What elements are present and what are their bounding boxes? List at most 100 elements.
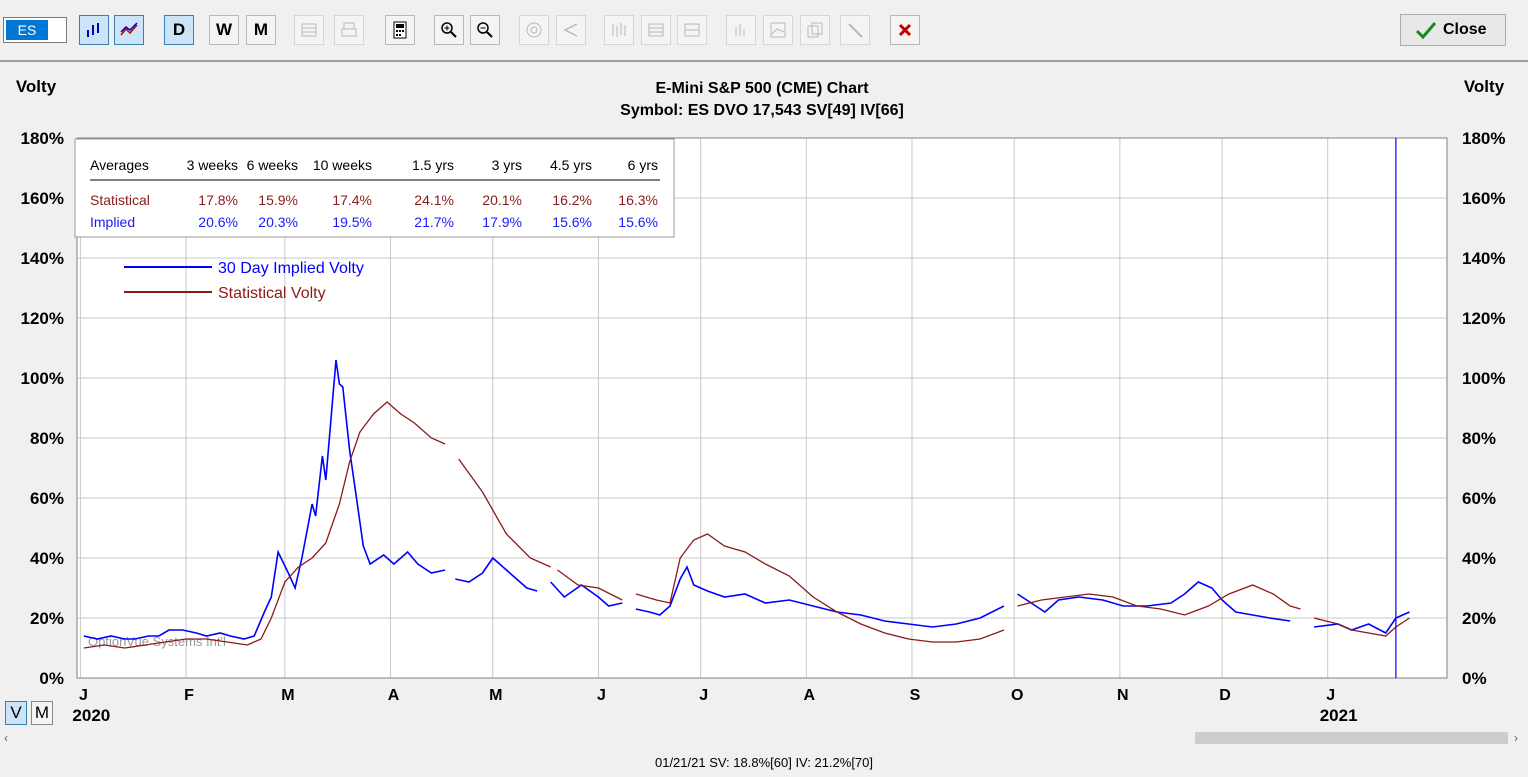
year-label: 2020	[72, 706, 110, 725]
bar-chart-icon	[87, 23, 99, 37]
averages-cell: 21.7%	[414, 214, 454, 230]
table-button[interactable]	[641, 15, 671, 45]
monthly-button[interactable]: M	[246, 15, 276, 45]
y-tick-label: 20%	[1462, 609, 1496, 628]
histogram-icon	[735, 24, 745, 36]
calculator-button[interactable]	[385, 15, 415, 45]
averages-cell: 16.2%	[552, 192, 592, 208]
pencil-icon	[848, 23, 863, 38]
averages-header: 1.5 yrs	[412, 157, 454, 173]
close-label: Close	[1443, 21, 1487, 38]
averages-header: 4.5 yrs	[550, 157, 592, 173]
averages-cell: 19.5%	[332, 214, 372, 230]
y-tick-label: 60%	[30, 489, 64, 508]
angle-button[interactable]	[556, 15, 586, 45]
x-tick-label: A	[804, 687, 816, 704]
table-icon	[648, 23, 664, 37]
status-bar: 01/21/21 SV: 18.8%[60] IV: 21.2%[70]	[654, 755, 874, 770]
target-icon	[526, 22, 542, 38]
y-tick-label: 180%	[21, 129, 64, 148]
zoom-out-button[interactable]	[470, 15, 500, 45]
y-tick-label: 40%	[30, 549, 64, 568]
averages-table: Averages 3 weeks 6 weeks 10 weeks 1.5 yrs 3 y…	[74, 138, 675, 238]
averages-header: 6 weeks	[247, 157, 298, 173]
table-alt-icon	[684, 23, 700, 37]
y-tick-label: 120%	[1462, 309, 1505, 328]
v-view-button[interactable]: V	[5, 701, 27, 725]
averages-cell: 20.6%	[198, 214, 238, 230]
scrollbar-thumb[interactable]	[1195, 732, 1508, 744]
candles-button[interactable]	[604, 15, 634, 45]
calculator-icon	[393, 21, 407, 39]
scroll-left-icon[interactable]: ‹	[4, 730, 8, 746]
chart-title: E-Mini S&P 500 (CME) Chart	[655, 80, 869, 97]
chart-subtitle: Symbol: ES DVO 17,543 SV[49] IV[66]	[620, 102, 904, 119]
horizontal-scrollbar[interactable]: ‹ ›	[0, 730, 1528, 746]
x-tick-label: M	[281, 687, 294, 704]
averages-cell: 15.6%	[552, 214, 592, 230]
averages-cell: 17.4%	[332, 192, 372, 208]
y-tick-label: 160%	[1462, 189, 1505, 208]
zoom-in-button[interactable]	[434, 15, 464, 45]
scroll-right-icon[interactable]: ›	[1514, 730, 1518, 746]
line-chart-icon	[120, 22, 138, 36]
checkmark-icon	[1415, 22, 1437, 40]
averages-cell: 16.3%	[618, 192, 658, 208]
volatility-chart: 0% 20% 40% 60% 80% 100% 120% 140% 160% 180% 0% 20%…	[0, 62, 1528, 732]
y-axis-title-left: Volty	[16, 77, 57, 96]
symbol-input[interactable]: ES	[3, 17, 67, 43]
legend-implied-label: 30 Day Implied Volty	[218, 260, 364, 277]
copy-button[interactable]	[800, 15, 830, 45]
averages-header: Averages	[90, 157, 149, 173]
y-tick-label: 100%	[1462, 369, 1505, 388]
x-tick-label: D	[1219, 687, 1231, 704]
averages-row-label: Implied	[90, 214, 135, 230]
y-tick-label: 140%	[21, 249, 64, 268]
x-tick-label: F	[184, 687, 194, 704]
delete-button[interactable]	[890, 15, 920, 45]
averages-cell: 17.9%	[482, 214, 522, 230]
daily-button[interactable]: D	[164, 15, 194, 45]
x-tick-label: N	[1117, 687, 1129, 704]
bar-chart-button[interactable]	[79, 15, 109, 45]
y-tick-label: 160%	[21, 189, 64, 208]
pencil-button[interactable]	[840, 15, 870, 45]
averages-header: 3 yrs	[492, 157, 522, 173]
y-tick-label: 0%	[39, 669, 64, 688]
averages-cell: 15.6%	[618, 214, 658, 230]
print-button[interactable]	[334, 15, 364, 45]
y-tick-label: 80%	[30, 429, 64, 448]
histogram-button[interactable]	[726, 15, 756, 45]
averages-cell: 24.1%	[414, 192, 454, 208]
averages-cell: 17.8%	[198, 192, 238, 208]
line-chart-button[interactable]	[114, 15, 144, 45]
y-tick-label: 0%	[1462, 669, 1487, 688]
y-tick-label: 120%	[21, 309, 64, 328]
y-axis-title-right: Volty	[1464, 77, 1505, 96]
zoom-in-icon	[441, 22, 457, 38]
averages-header: 10 weeks	[313, 157, 372, 173]
y-tick-label: 100%	[21, 369, 64, 388]
x-tick-label: J	[1326, 687, 1335, 704]
chart-box-icon	[770, 22, 786, 38]
chart-box-button[interactable]	[763, 15, 793, 45]
x-tick-label: J	[699, 687, 708, 704]
y-tick-label: 80%	[1462, 429, 1496, 448]
target-button[interactable]	[519, 15, 549, 45]
candles-icon	[612, 23, 626, 37]
x-tick-label: J	[597, 687, 606, 704]
zoom-out-icon	[477, 22, 493, 38]
x-tick-label: M	[489, 687, 502, 704]
weekly-button[interactable]: W	[209, 15, 239, 45]
table-alt-button[interactable]	[677, 15, 707, 45]
year-label: 2021	[1320, 706, 1358, 725]
y-tick-label: 20%	[30, 609, 64, 628]
x-tick-label: J	[79, 687, 88, 704]
grid-button[interactable]	[294, 15, 324, 45]
m-view-button[interactable]: M	[31, 701, 53, 725]
copy-icon	[807, 22, 823, 38]
close-button[interactable]: Close	[1400, 14, 1506, 46]
y-tick-label: 180%	[1462, 129, 1505, 148]
averages-cell: 15.9%	[258, 192, 298, 208]
y-tick-label: 140%	[1462, 249, 1505, 268]
